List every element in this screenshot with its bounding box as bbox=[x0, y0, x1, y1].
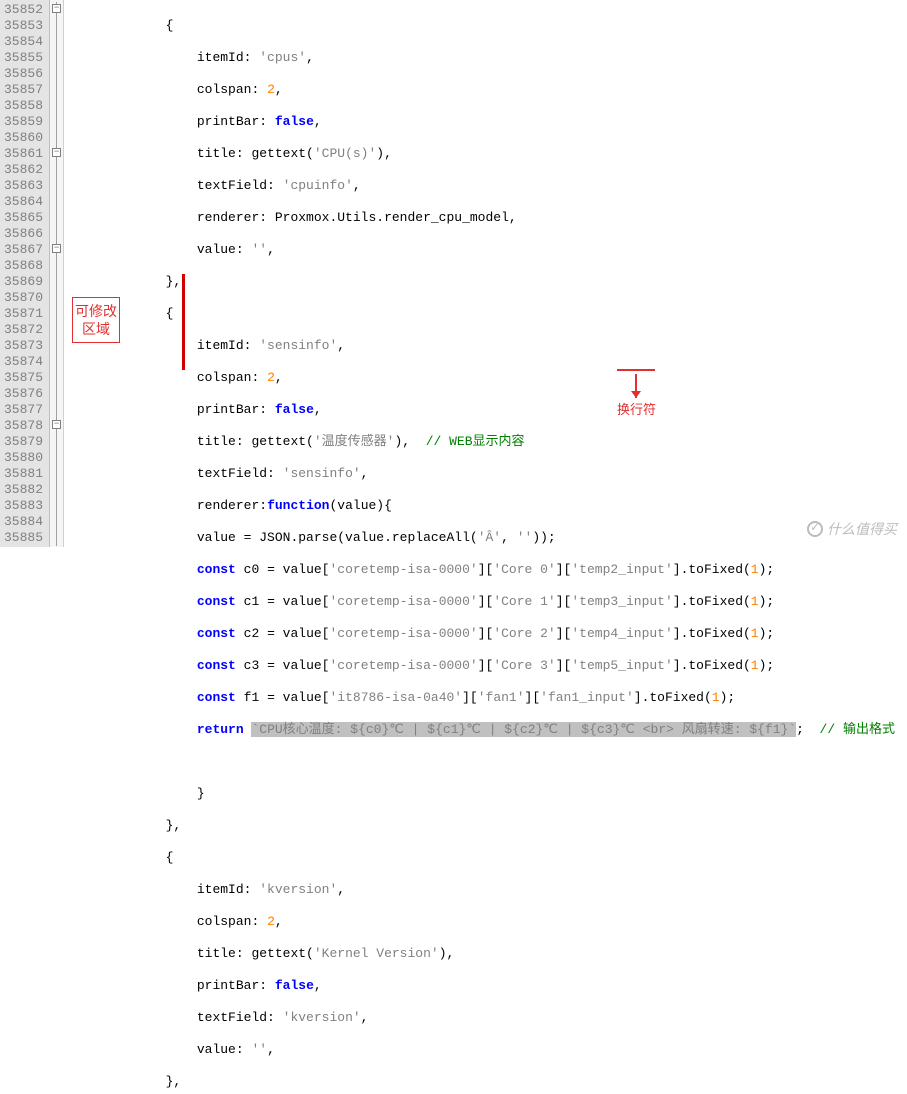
line-number: 35874 bbox=[4, 354, 43, 370]
line-number: 35869 bbox=[4, 274, 43, 290]
code-line[interactable]: return `CPU核心温度: ${c0}℃ | ${c1}℃ | ${c2}… bbox=[72, 722, 907, 738]
code-line[interactable]: title: gettext('温度传感器'), // WEB显示内容 bbox=[72, 434, 907, 450]
code-line[interactable]: title: gettext('CPU(s)'), bbox=[72, 146, 907, 162]
code-line[interactable]: value: '', bbox=[72, 1042, 907, 1058]
line-number: 35884 bbox=[4, 514, 43, 530]
line-number: 35864 bbox=[4, 194, 43, 210]
code-line[interactable]: renderer:function(value){ bbox=[72, 498, 907, 514]
code-line[interactable]: const c3 = value['coretemp-isa-0000']['C… bbox=[72, 658, 907, 674]
code-line[interactable]: printBar: false, bbox=[72, 402, 907, 418]
line-number: 35863 bbox=[4, 178, 43, 194]
code-line[interactable]: value = JSON.parse(value.replaceAll('Â',… bbox=[72, 530, 907, 546]
line-number: 35875 bbox=[4, 370, 43, 386]
code-line[interactable]: textField: 'kversion', bbox=[72, 1010, 907, 1026]
code-editor[interactable]: 3585235853358543585535856358573585835859… bbox=[0, 0, 907, 547]
fold-marker[interactable]: − bbox=[52, 420, 61, 429]
line-number: 35867 bbox=[4, 242, 43, 258]
annotation-left-box: 可修改 区域 bbox=[72, 297, 120, 343]
line-number: 35881 bbox=[4, 466, 43, 482]
line-number: 35865 bbox=[4, 210, 43, 226]
line-number: 35883 bbox=[4, 498, 43, 514]
line-number: 35856 bbox=[4, 66, 43, 82]
code-line[interactable]: const f1 = value['it8786-isa-0a40']['fan… bbox=[72, 690, 907, 706]
line-number: 35871 bbox=[4, 306, 43, 322]
code-line[interactable]: } bbox=[72, 786, 907, 802]
code-line[interactable]: textField: 'sensinfo', bbox=[72, 466, 907, 482]
line-number: 35859 bbox=[4, 114, 43, 130]
line-number: 35879 bbox=[4, 434, 43, 450]
code-line[interactable]: itemId: 'cpus', bbox=[72, 50, 907, 66]
fold-marker[interactable]: − bbox=[52, 148, 61, 157]
change-marker bbox=[182, 274, 185, 370]
line-number: 35868 bbox=[4, 258, 43, 274]
line-number: 35882 bbox=[4, 482, 43, 498]
annotation-text: 可修改 bbox=[75, 302, 117, 320]
code-line[interactable]: }, bbox=[72, 274, 907, 290]
code-line[interactable]: value: '', bbox=[72, 242, 907, 258]
line-number: 35885 bbox=[4, 530, 43, 546]
annotation-text: 区域 bbox=[75, 320, 117, 338]
watermark: 什么值得买 bbox=[807, 519, 897, 539]
line-number: 35870 bbox=[4, 290, 43, 306]
code-line[interactable]: title: gettext('Kernel Version'), bbox=[72, 946, 907, 962]
code-line[interactable]: colspan: 2, bbox=[72, 82, 907, 98]
watermark-icon bbox=[807, 521, 823, 537]
line-number: 35878 bbox=[4, 418, 43, 434]
line-number: 35880 bbox=[4, 450, 43, 466]
line-number: 35852 bbox=[4, 2, 43, 18]
line-number: 35861 bbox=[4, 146, 43, 162]
line-number: 35853 bbox=[4, 18, 43, 34]
line-number: 35877 bbox=[4, 402, 43, 418]
annotation-newline: 换行符 bbox=[617, 402, 656, 418]
fold-marker[interactable]: − bbox=[52, 4, 61, 13]
line-number: 35876 bbox=[4, 386, 43, 402]
line-number: 35857 bbox=[4, 82, 43, 98]
code-line[interactable]: renderer: Proxmox.Utils.render_cpu_model… bbox=[72, 210, 907, 226]
code-line[interactable]: const c0 = value['coretemp-isa-0000']['C… bbox=[72, 562, 907, 578]
watermark-text: 什么值得买 bbox=[827, 519, 897, 539]
code-line[interactable]: }, bbox=[72, 1074, 907, 1090]
line-number: 35872 bbox=[4, 322, 43, 338]
code-line[interactable]: const c1 = value['coretemp-isa-0000']['C… bbox=[72, 594, 907, 610]
code-area[interactable]: { itemId: 'cpus', colspan: 2, printBar: … bbox=[64, 0, 907, 547]
line-number: 35858 bbox=[4, 98, 43, 114]
code-line[interactable] bbox=[72, 754, 907, 770]
code-line[interactable]: colspan: 2, bbox=[72, 370, 907, 386]
code-line[interactable]: itemId: 'sensinfo', bbox=[72, 338, 907, 354]
code-line[interactable]: colspan: 2, bbox=[72, 914, 907, 930]
code-line[interactable]: { bbox=[72, 850, 907, 866]
line-number-gutter: 3585235853358543585535856358573585835859… bbox=[0, 0, 50, 547]
line-number: 35873 bbox=[4, 338, 43, 354]
line-number: 35855 bbox=[4, 50, 43, 66]
line-number: 35854 bbox=[4, 34, 43, 50]
code-line[interactable]: textField: 'cpuinfo', bbox=[72, 178, 907, 194]
annotation-arrow bbox=[635, 374, 637, 398]
fold-column[interactable]: − − − − bbox=[50, 0, 64, 547]
code-line[interactable]: { bbox=[72, 306, 907, 322]
fold-marker[interactable]: − bbox=[52, 244, 61, 253]
code-line[interactable]: printBar: false, bbox=[72, 978, 907, 994]
line-number: 35862 bbox=[4, 162, 43, 178]
line-number: 35860 bbox=[4, 130, 43, 146]
code-line[interactable]: printBar: false, bbox=[72, 114, 907, 130]
code-line[interactable]: itemId: 'kversion', bbox=[72, 882, 907, 898]
code-line[interactable]: { bbox=[72, 18, 907, 34]
code-line[interactable]: const c2 = value['coretemp-isa-0000']['C… bbox=[72, 626, 907, 642]
annotation-underline bbox=[617, 369, 655, 371]
line-number: 35866 bbox=[4, 226, 43, 242]
code-line[interactable]: }, bbox=[72, 818, 907, 834]
